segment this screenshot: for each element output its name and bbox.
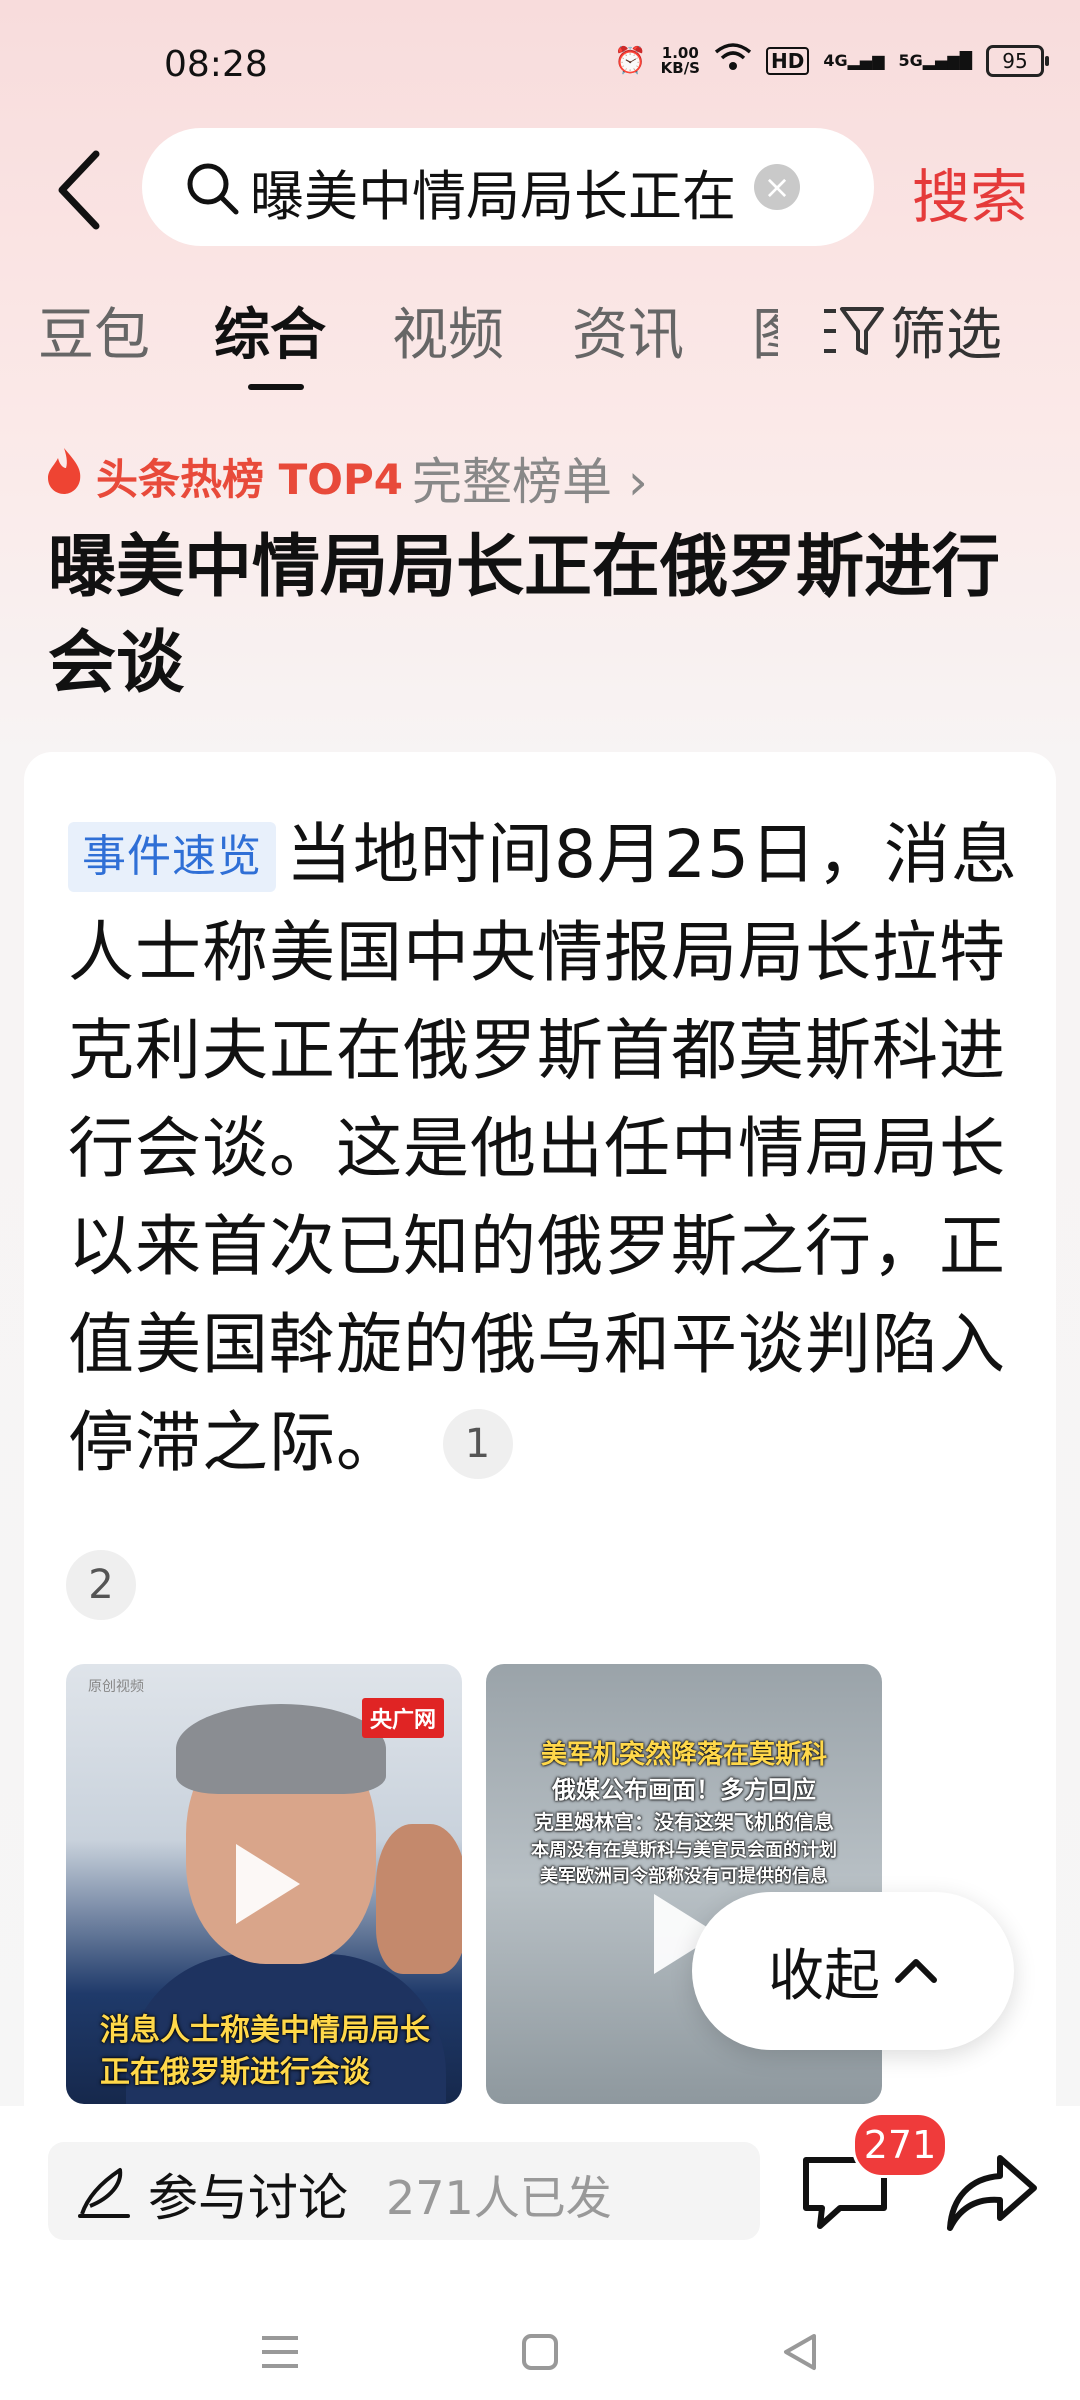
comment-count-badge: 271 xyxy=(852,2112,948,2178)
back-button[interactable] xyxy=(52,150,112,230)
summary-card: 事件速览 当地时间8月25日，消息人士称美国中央情报局局长拉特克利夫正在俄罗斯首都… xyxy=(24,752,1056,2152)
video-overlay-line-4: 本周没有在莫斯科与美官员会面的计划 xyxy=(531,1840,837,1861)
sim2-type: 5G xyxy=(898,51,923,70)
cnr-logo: 央广网 xyxy=(362,1698,445,1738)
status-icons: ⏰ 1.00 KB/S HD 4G▂▄▆ 5G▂▄▆█ 95 xyxy=(614,42,1049,79)
network-speed-unit: KB/S xyxy=(660,58,700,77)
tab-video[interactable]: 视频 xyxy=(392,290,504,371)
video-overlay-line-5: 美军欧洲司令部称没有可提供的信息 xyxy=(540,1866,828,1887)
clear-icon[interactable]: × xyxy=(754,164,800,210)
share-icon[interactable] xyxy=(944,2150,1040,2234)
reference-1[interactable]: 1 xyxy=(443,1409,513,1479)
collapse-button[interactable]: 收起 xyxy=(692,1892,1014,2050)
flame-icon xyxy=(44,446,84,496)
video-caption: 消息人士称美中情局局长正在俄罗斯进行会谈 xyxy=(100,2013,430,2090)
clock: 08:28 xyxy=(164,44,268,85)
pen-icon xyxy=(76,2164,132,2220)
wifi-icon xyxy=(714,42,752,79)
summary-text-block: 事件速览 当地时间8月25日，消息人士称美国中央情报局局长拉特克利夫正在俄罗斯首都… xyxy=(68,806,1028,1492)
sim1-type: 4G xyxy=(823,51,848,70)
tab-comprehensive[interactable]: 综合 xyxy=(214,290,326,371)
filter-label: 筛选 xyxy=(890,303,1002,368)
triangle-back-icon xyxy=(784,2334,816,2370)
sim1-signal-icon: 4G▂▄▆ xyxy=(823,51,885,70)
alarm-icon: ⏰ xyxy=(614,45,647,76)
hair-shape xyxy=(176,1704,386,1794)
nav-menu-button[interactable] xyxy=(256,2332,304,2376)
sim2-signal-icon: 5G▂▄▆█ xyxy=(898,51,972,70)
back-arrow-icon xyxy=(58,150,100,230)
event-overview-tag: 事件速览 xyxy=(68,822,276,892)
search-input[interactable]: 曝美中情局局长正在 × xyxy=(142,128,874,246)
search-icon xyxy=(182,158,242,218)
home-icon xyxy=(522,2334,558,2370)
video-overlay-line-2: 俄媒公布画面！多方回应 xyxy=(552,1776,816,1804)
tab-doubao[interactable]: 豆包 xyxy=(38,290,150,371)
search-button[interactable]: 搜索 xyxy=(912,150,1028,234)
page-title: 曝美中情局局长正在俄罗斯进行会谈 xyxy=(48,528,1001,703)
active-tab-indicator xyxy=(248,384,304,390)
background-person xyxy=(376,1824,462,1974)
watermark: 原创视频 xyxy=(88,1679,144,1695)
status-bar: 08:28 ⏰ 1.00 KB/S HD 4G▂▄▆ 5G▂▄▆█ 95 xyxy=(0,0,1080,130)
collapse-label: 收起 xyxy=(768,1943,880,2009)
chevron-up-icon xyxy=(895,1959,937,1983)
video-overlay-line-3: 克里姆林宫：没有这架飞机的信息 xyxy=(534,1810,834,1834)
hd-icon: HD xyxy=(765,46,810,75)
search-query: 曝美中情局局长正在 xyxy=(250,165,736,228)
summary-text: 当地时间8月25日，消息人士称美国中央情报局局长拉特克利夫正在俄罗斯首都莫斯科进… xyxy=(68,816,1018,1481)
discussion-count: 271人已发 xyxy=(386,2171,612,2225)
discussion-label: 参与讨论 xyxy=(148,2169,348,2227)
video-thumbnail-1[interactable]: 原创视频 央广网 消息人士称美中情局局长正在俄罗斯进行会谈 xyxy=(66,1664,462,2104)
battery-icon: 95 xyxy=(986,44,1049,77)
video-overlay-line-1: 美军机突然降落在莫斯科 xyxy=(540,1740,827,1770)
menu-icon xyxy=(262,2336,298,2368)
discussion-input[interactable]: 参与讨论 271人已发 xyxy=(48,2142,760,2240)
reference-2[interactable]: 2 xyxy=(66,1550,136,1620)
full-list-link[interactable]: 完整榜单 › xyxy=(412,442,648,514)
nav-back-button[interactable] xyxy=(780,2332,820,2376)
filter-button[interactable]: 筛选 xyxy=(822,290,1002,371)
tab-images[interactable]: 图 xyxy=(752,290,778,371)
bottom-bar: 参与讨论 271人已发 271 xyxy=(0,2106,1080,2400)
nav-home-button[interactable] xyxy=(520,2332,560,2376)
play-icon xyxy=(236,1844,300,1924)
tab-news[interactable]: 资讯 xyxy=(572,290,684,371)
network-speed: 1.00 KB/S xyxy=(660,45,700,77)
filter-icon xyxy=(824,306,884,355)
hot-rank-label[interactable]: 头条热榜 TOP4 xyxy=(96,446,403,507)
